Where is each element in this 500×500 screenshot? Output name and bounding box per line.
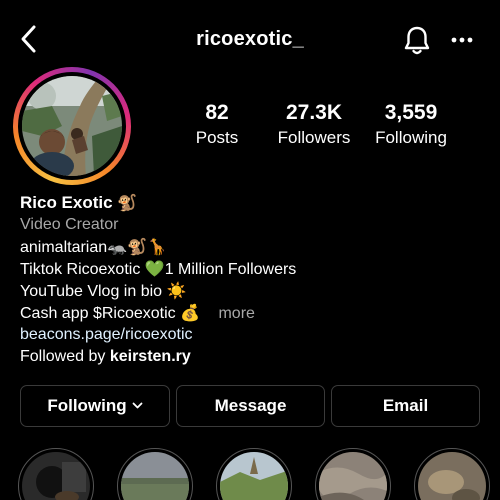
bio-line-youtube: YouTube Vlog in bio [20, 283, 163, 300]
profile-name: Rico Exotic [20, 193, 113, 212]
bio-more-link[interactable]: more [218, 305, 254, 322]
money-bag-emoji: 💰 [180, 303, 201, 322]
following-stat[interactable]: 3,559 Following [368, 101, 454, 149]
following-label: Following [375, 128, 447, 147]
animal-emojis: 🦡🐒🦒 [107, 237, 167, 256]
highlight-3-image [220, 452, 288, 500]
highlight-3[interactable] [216, 448, 292, 500]
following-count: 3,559 [384, 101, 438, 124]
posts-stat[interactable]: 82 Posts [187, 101, 247, 149]
bio-line-tiktok: Tiktok Ricoexotic [20, 261, 141, 278]
message-button-label: Message [214, 396, 287, 415]
followed-by[interactable]: Followed by keirsten.ry [20, 346, 490, 368]
following-button[interactable]: Following [20, 385, 170, 427]
followed-by-prefix: Followed by [20, 348, 106, 365]
followers-label: Followers [277, 128, 351, 147]
profile-category: Video Creator [20, 216, 119, 233]
green-heart-emoji: 💚 [144, 259, 165, 278]
highlight-1-image [22, 452, 90, 500]
bio-line-cashapp: Cash app $Ricoexotic [20, 305, 176, 322]
posts-count: 82 [205, 101, 229, 124]
story-highlights [0, 448, 500, 500]
profile-actions: Following Message Email [20, 385, 480, 427]
email-button-label: Email [382, 396, 429, 415]
profile-header: ricoexotic_ [0, 18, 500, 62]
bio-website-link[interactable]: beacons.page/ricoexotic [20, 324, 490, 346]
monkey-emoji: 🐒 [117, 193, 137, 212]
profile-bio: Rico Exotic 🐒 Video Creator animaltarian… [20, 192, 490, 368]
bell-icon[interactable] [402, 24, 432, 56]
highlight-5-image [418, 452, 486, 500]
following-button-label: Following [47, 396, 127, 415]
sun-emoji: ☀️ [166, 281, 187, 300]
followers-stat[interactable]: 27.3K Followers [271, 101, 357, 149]
bio-line-animaltarian: animaltarian [20, 239, 108, 256]
email-button[interactable]: Email [331, 385, 480, 427]
message-button[interactable]: Message [176, 385, 325, 427]
highlight-2-image [121, 452, 189, 500]
profile-stats: 82 Posts 27.3K Followers 3,559 Following [0, 101, 500, 161]
bio-line-followers: 1 Million Followers [164, 261, 297, 278]
highlight-4-image [319, 452, 387, 500]
followed-by-user[interactable]: keirsten.ry [110, 348, 191, 365]
highlight-4[interactable] [315, 448, 391, 500]
posts-label: Posts [195, 128, 239, 147]
highlight-5[interactable] [414, 448, 490, 500]
followers-count: 27.3K [285, 101, 343, 124]
chevron-down-icon [132, 402, 143, 409]
more-options-icon[interactable] [448, 26, 476, 54]
highlight-2[interactable] [117, 448, 193, 500]
highlight-1[interactable] [18, 448, 94, 500]
